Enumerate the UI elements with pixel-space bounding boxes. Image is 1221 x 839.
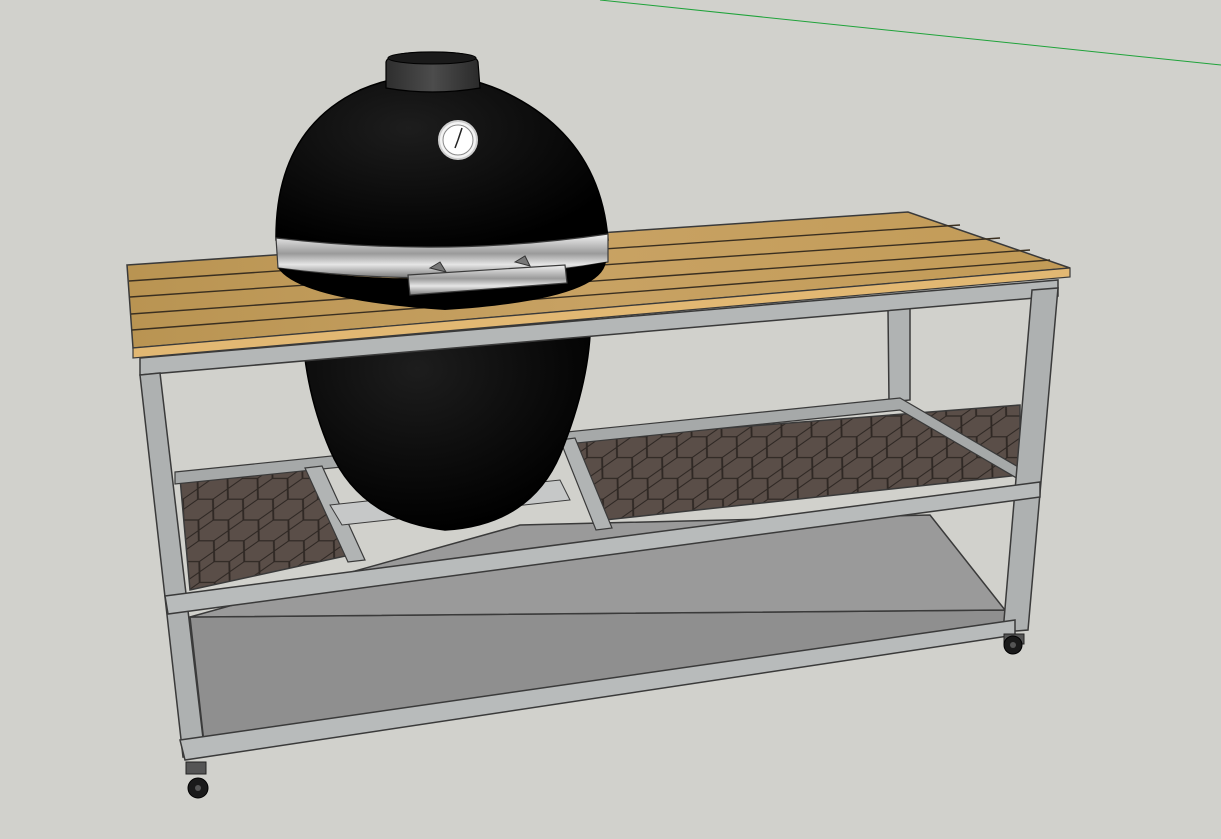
vent-cap [387, 51, 477, 65]
model-canvas[interactable] [0, 0, 1221, 839]
sketchup-viewport[interactable] [0, 0, 1221, 839]
thermometer-gauge [438, 120, 478, 160]
back-right-leg [887, 307, 911, 403]
